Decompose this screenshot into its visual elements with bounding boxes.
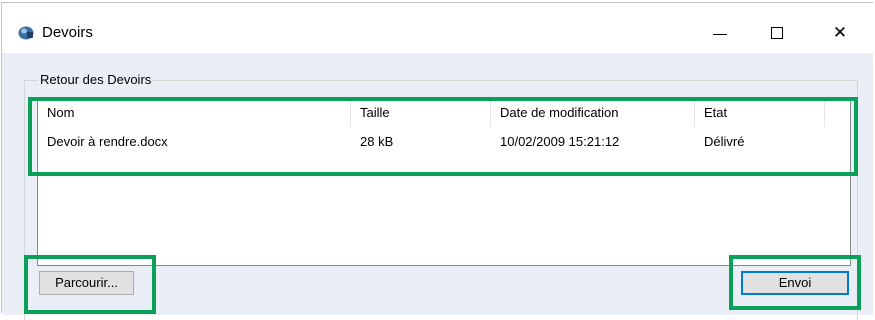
devoirs-window: Devoirs ✕ Retour des Devoirs Nom Taille … <box>1 2 873 320</box>
highlight-browse-button <box>24 255 156 314</box>
maximize-button[interactable] <box>754 17 800 49</box>
minimize-button[interactable] <box>697 17 743 49</box>
highlight-send-button <box>729 255 861 310</box>
close-icon: ✕ <box>832 23 848 42</box>
close-button[interactable]: ✕ <box>817 17 863 49</box>
app-icon <box>18 26 34 40</box>
highlight-file-list <box>28 97 858 176</box>
window-title: Devoirs <box>42 24 93 41</box>
maximize-icon <box>771 27 783 39</box>
groupbox-label: Retour des Devoirs <box>38 72 154 87</box>
minimize-icon <box>713 33 727 35</box>
